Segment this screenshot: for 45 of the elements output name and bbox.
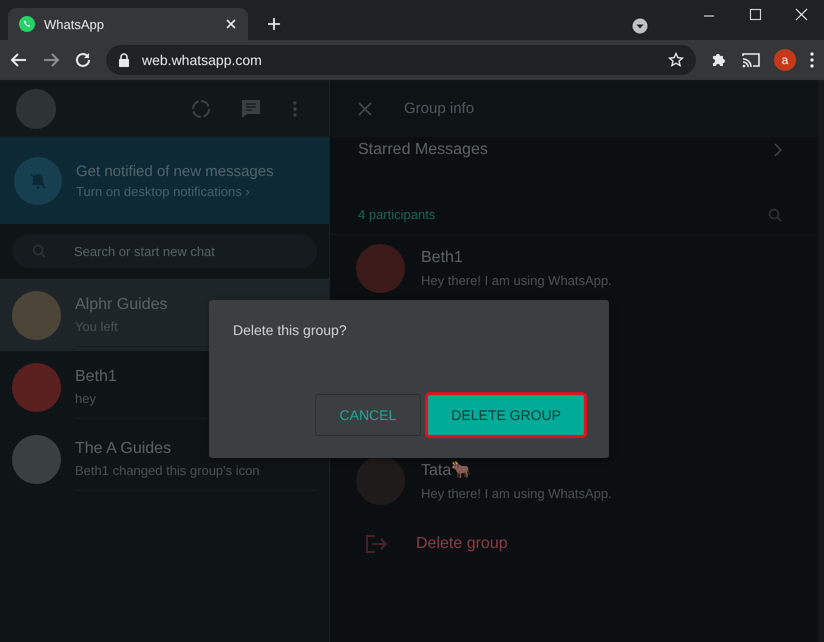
muted-bell-icon: [14, 156, 62, 204]
search-icon: [32, 244, 46, 258]
avatar-photo-placeholder: [12, 434, 61, 484]
cast-icon[interactable]: [742, 52, 760, 68]
delete-group-action[interactable]: Delete group: [416, 535, 508, 553]
chevron-right-icon: [774, 143, 782, 157]
chat-preview: Beth1 changed this group's icon: [75, 462, 260, 478]
starred-messages-link[interactable]: Starred Messages: [358, 141, 488, 159]
star-icon[interactable]: [668, 52, 684, 68]
enable-notifications-link[interactable]: Turn on desktop notifications ›: [76, 184, 274, 198]
forward-arrow-icon[interactable]: [42, 51, 60, 69]
participant-item[interactable]: Beth1 Hey there! I am using WhatsApp.: [330, 235, 818, 301]
lock-icon: [118, 53, 130, 67]
participants-count: 4 participants: [358, 207, 436, 222]
close-icon[interactable]: [224, 17, 238, 31]
panel-title: Group info: [404, 100, 474, 117]
participant-about: Hey there! I am using WhatsApp.: [421, 486, 612, 500]
dropdown-circle-icon[interactable]: [632, 18, 648, 34]
exit-icon: [366, 535, 388, 553]
participant-about: Hey there! I am using WhatsApp.: [421, 272, 612, 288]
chat-name: The A Guides: [75, 440, 172, 458]
tab-title: WhatsApp: [44, 16, 105, 32]
participant-name: Beth1: [421, 248, 463, 266]
puzzle-icon[interactable]: [710, 51, 728, 69]
profile-button[interactable]: a: [774, 49, 796, 71]
chat-name: Alphr Guides: [75, 296, 168, 314]
avatar-photo-placeholder: [12, 290, 61, 340]
chat-preview: hey: [75, 390, 96, 406]
avatar-photo-placeholder: [356, 456, 405, 504]
chat-name: Beth1: [75, 368, 117, 386]
cancel-button[interactable]: CANCEL: [314, 394, 422, 436]
whatsapp-logo-icon: [18, 15, 36, 33]
search-field[interactable]: Search or start new chat: [12, 234, 317, 268]
avatar-photo-placeholder: [12, 362, 61, 412]
participant-item[interactable]: Tata🐂 Hey there! I am using WhatsApp.: [330, 447, 818, 513]
reload-icon[interactable]: [74, 51, 92, 69]
participant-name: Tata🐂: [421, 460, 472, 480]
delete-group-button[interactable]: DELETE GROUP: [427, 394, 585, 436]
notification-title: Get notified of new messages: [76, 162, 274, 180]
avatar-photo-placeholder: [356, 244, 405, 292]
browser-tab[interactable]: WhatsApp: [8, 8, 248, 40]
address-bar[interactable]: web.whatsapp.com: [106, 45, 696, 75]
plus-icon[interactable]: [266, 16, 282, 32]
back-arrow-icon[interactable]: [10, 51, 28, 69]
more-vertical-icon[interactable]: [810, 52, 814, 68]
